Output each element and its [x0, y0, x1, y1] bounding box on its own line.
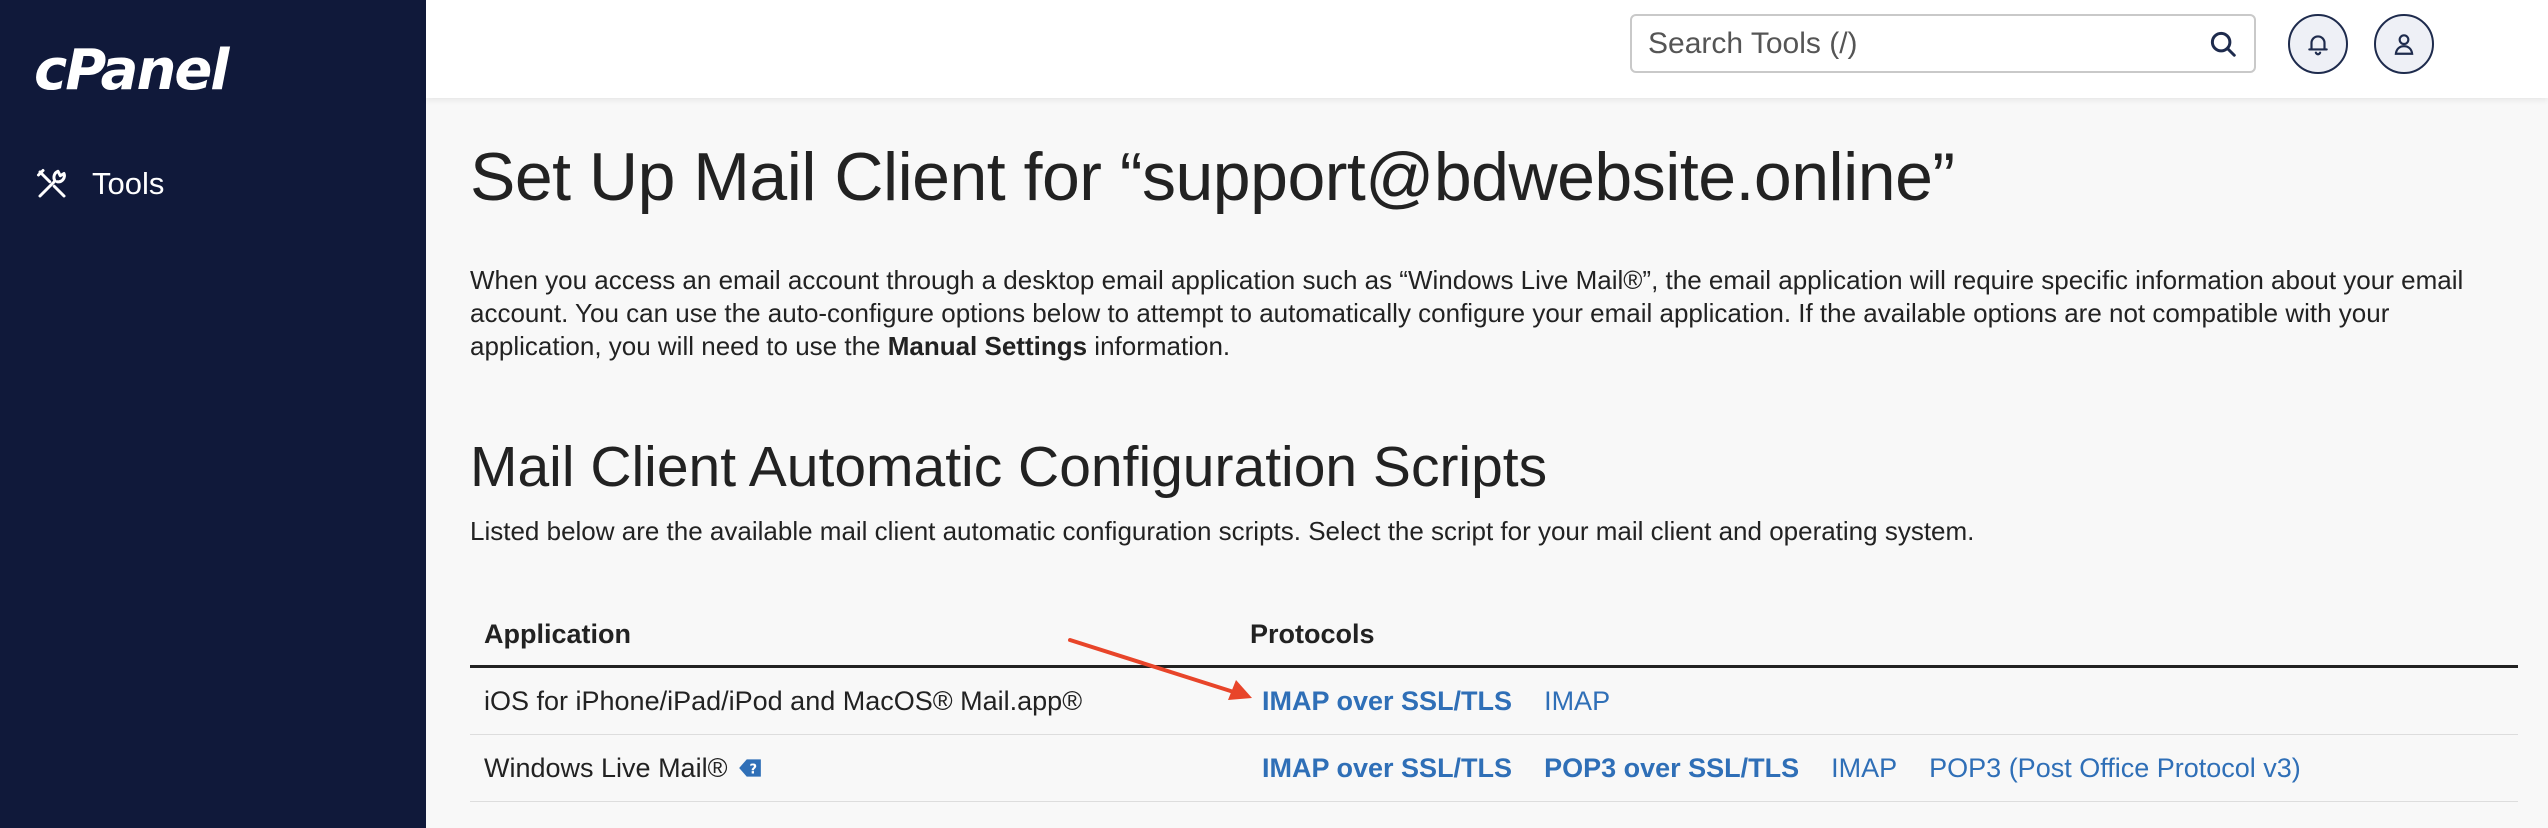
table-row: iOS for iPhone/iPad/iPod and MacOS® Mail…: [470, 668, 2518, 735]
protocols-cell: IMAP over SSL/TLS IMAP: [1250, 686, 1610, 717]
application-cell: Windows Live Mail® ?: [470, 753, 1250, 784]
page-title: Set Up Mail Client for “support@bdwebsit…: [470, 139, 1955, 215]
ios-imap-link[interactable]: IMAP: [1544, 686, 1610, 717]
wlm-imap-link[interactable]: IMAP: [1831, 753, 1897, 784]
column-header-protocols: Protocols: [1250, 619, 1375, 649]
section-description: Listed below are the available mail clie…: [470, 516, 1975, 546]
svg-text:?: ?: [750, 762, 758, 777]
notifications-button[interactable]: [2288, 14, 2348, 74]
sidebar: cPanel Tools: [0, 0, 426, 828]
user-menu-button[interactable]: [2374, 14, 2434, 74]
annotation-arrow: [1068, 638, 1252, 700]
top-header: [426, 0, 2548, 98]
sidebar-item-tools[interactable]: Tools: [34, 160, 164, 208]
table-header-row: Application Protocols: [470, 604, 2518, 668]
wlm-pop3-ssl-link[interactable]: POP3 over SSL/TLS: [1544, 753, 1799, 784]
wlm-imap-ssl-link[interactable]: IMAP over SSL/TLS: [1262, 753, 1512, 784]
user-icon: [2391, 31, 2417, 57]
intro-text-part1: When you access an email account through…: [470, 265, 2464, 361]
intro-manual-settings: Manual Settings: [887, 331, 1088, 361]
search-icon[interactable]: [2208, 29, 2238, 59]
section-title: Mail Client Automatic Configuration Scri…: [470, 435, 1548, 499]
intro-text-part2: information.: [1087, 331, 1231, 361]
mail-client-table: Application Protocols iOS for iPhone/iPa…: [470, 604, 2518, 802]
search-box: [1630, 14, 2256, 73]
application-name: Windows Live Mail®: [484, 752, 728, 783]
search-input[interactable]: [1648, 26, 2208, 61]
sidebar-item-label: Tools: [92, 166, 165, 201]
app-window: cPanel Tools Search Tools (/) Set Up Mai…: [0, 0, 2548, 828]
wlm-pop3-link[interactable]: POP3 (Post Office Protocol v3): [1929, 753, 2301, 784]
application-name: iOS for iPhone/iPad/iPod and MacOS® Mail…: [484, 685, 1083, 716]
intro-paragraph: When you access an email account through…: [470, 264, 2500, 363]
table-row: Windows Live Mail® ? IMAP over SSL/TLS P…: [470, 735, 2518, 802]
protocols-cell: IMAP over SSL/TLS POP3 over SSL/TLS IMAP…: [1250, 753, 2301, 784]
tools-icon: [34, 166, 70, 202]
bell-icon: [2305, 31, 2331, 57]
cpanel-logo[interactable]: cPanel: [34, 38, 229, 103]
ios-imap-ssl-link[interactable]: IMAP over SSL/TLS: [1262, 686, 1512, 717]
help-tag-icon[interactable]: ?: [737, 755, 763, 781]
